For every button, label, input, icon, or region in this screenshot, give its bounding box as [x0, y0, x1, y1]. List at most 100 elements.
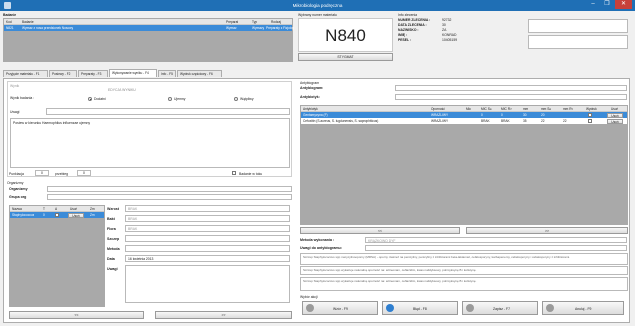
tab-posiewy[interactable]: Posiewy - F2	[49, 70, 77, 77]
info-key-pesel: PESEL :	[398, 38, 412, 42]
probka-label: Wybrany numer materiału	[298, 13, 337, 17]
stygmat-button[interactable]: STYGMAT	[298, 53, 393, 61]
radio-watpliwy[interactable]	[234, 97, 238, 101]
radio-watpliwy-label: Wątpliwy	[240, 97, 254, 101]
antybiogram-prev-button[interactable]: <<	[300, 227, 460, 234]
close-button[interactable]: ✕	[615, 0, 632, 9]
usun-antybiotyk-button[interactable]: Usuń	[607, 118, 623, 124]
note-field-3[interactable]: Szczep Staphylococcus spp wykazuje natur…	[300, 277, 628, 291]
wydruk-checkbox[interactable]	[588, 119, 592, 123]
uwagi-antybiogram-select[interactable]	[365, 245, 627, 251]
info-key-numer: NUMER ZLECENIA :	[398, 18, 431, 22]
przebieg-stepper[interactable]: 0	[77, 170, 91, 176]
bakt-select[interactable]: BRAK	[125, 215, 290, 222]
tab-wykonywanie-wyniku[interactable]: Wykonywanie wyniku - F4	[109, 69, 157, 77]
note-field-2[interactable]: Szczep Staphylococcus spp wykazuje natur…	[300, 266, 628, 275]
przebieg-label: przebieg	[55, 172, 69, 176]
info-val-pesel: 10405159	[442, 38, 458, 42]
antybiotyk-select[interactable]	[395, 94, 627, 100]
data-picker[interactable]: 16 kwietnia 2013	[125, 255, 290, 262]
radio-dodatni-label: Dodatni	[94, 97, 106, 101]
organizmy-input[interactable]	[47, 186, 292, 192]
akcje-section: Wybór akcji Wzór - F9 Błąd - F8 Zapisz -…	[300, 295, 628, 319]
tab-info[interactable]: Info - F5	[158, 70, 176, 77]
note-field-1[interactable]: Szczep Staphylococcus spp metycylinoopor…	[300, 253, 628, 265]
maximize-button[interactable]: ❐	[601, 0, 613, 9]
badania-empty-area	[4, 31, 292, 61]
organizmy-prev-button[interactable]: <<	[9, 311, 144, 319]
info-section: Info zlecenia NUMER ZLECENIA : 92732 DAT…	[398, 13, 630, 63]
antybiogram-grid[interactable]: Antybiotyk Oporność Mic MIC S≤ MIC R> mm…	[300, 105, 628, 225]
antybiogram-select[interactable]	[395, 85, 627, 91]
akcje-label: Wybór akcji	[300, 295, 318, 299]
badania-grid[interactable]: Kod Badanie Preparat Typ Rodzaj N821 Wym…	[3, 18, 294, 62]
blad-button[interactable]: Błąd - F8	[382, 301, 458, 315]
badania-label: Badanie	[3, 13, 17, 17]
organizm-uwagi-textarea[interactable]	[125, 265, 290, 303]
antybiotyk-label: Antybiotyk:	[300, 95, 320, 99]
uwagi-antybiogram-label: Uwagi do antybiogramu:	[300, 246, 342, 250]
antybiogram-section: Antybiogram Antybiogram: Antybiotyk: Ant…	[300, 81, 628, 321]
szczep-select[interactable]	[125, 235, 290, 242]
metoda-wykonania-label: Metoda wykonania :	[300, 238, 335, 242]
antybiogram-group-label: Antybiogram	[300, 81, 320, 85]
edycja-label: EDYCJA WYNIKU	[108, 88, 136, 92]
zapisz-icon	[466, 304, 474, 312]
anuluj-icon	[546, 304, 554, 312]
wynik-group: Wynik EDYCJA WYNIKU Wynik badania : Doda…	[7, 81, 292, 177]
radio-dodatni[interactable]	[88, 97, 92, 101]
antybiogram-empty-area	[301, 124, 627, 224]
grupa-org-input[interactable]	[47, 194, 292, 200]
usun-organizm-button[interactable]: Usuń	[68, 212, 84, 218]
info-key-imie: IMIĘ :	[398, 33, 408, 37]
tab-preparaty[interactable]: Preparaty - F3	[78, 70, 108, 77]
wynik-group-label: Wynik	[10, 84, 20, 88]
antybiogram-label: Antybiogram:	[300, 86, 324, 90]
antybiogram-next-button[interactable]: >>	[466, 227, 628, 234]
organizmy-empty-area	[10, 218, 104, 306]
info-label: Info zlecenia	[398, 13, 418, 17]
organizmy-section: Organizmy Organizmy Grupa org Nazwa T A …	[7, 181, 292, 321]
metoda-wykonania-select[interactable]: KRĄŻKOWO DYF	[365, 237, 627, 243]
organizmy-label: Organizmy	[9, 187, 28, 191]
metoda-select[interactable]	[125, 245, 290, 252]
blad-icon	[386, 304, 394, 312]
wydruk-checkbox[interactable]	[588, 113, 592, 117]
probka-number: N840	[298, 18, 393, 52]
organizmy-grid[interactable]: Nazwa T A Usuń Zm Staphylococcus 0 Usuń …	[9, 205, 105, 307]
wzor-button[interactable]: Wzór - F9	[302, 301, 378, 315]
probka-section: Wybrany numer materiału N840 STYGMAT	[298, 13, 393, 63]
radio-ujemny[interactable]	[168, 97, 172, 101]
radio-ujemny-label: Ujemny	[174, 97, 186, 101]
grupa-org-label: Grupa org	[9, 195, 27, 199]
w-toku-label: Badanie w toku	[239, 171, 263, 176]
uwagi-input[interactable]	[46, 108, 290, 115]
window-title: Mikrobiologia podręczna	[292, 3, 343, 8]
info-val-imie: KONRAD	[442, 33, 457, 37]
info-extra-field-1[interactable]	[528, 19, 628, 33]
uwagi-label: Uwagi	[10, 110, 20, 114]
info-extra-field-2[interactable]	[528, 35, 628, 49]
punktacja-label: Punktacja	[9, 172, 24, 176]
tab-wydruk[interactable]: Wydruk częściowy - F6	[177, 70, 222, 77]
usun-antybiotyk-button[interactable]: Usuń	[607, 112, 623, 118]
tab-bar: Przyjęcie materiału - F1 Posiewy - F2 Pr…	[3, 69, 630, 78]
badania-section: Badanie Kod Badanie Preparat Typ Rodzaj …	[3, 13, 294, 63]
organizm-a-checkbox[interactable]	[55, 213, 59, 217]
organizmy-group-label: Organizmy	[7, 181, 24, 185]
tab-przyjecie[interactable]: Przyjęcie materiału - F1	[3, 70, 48, 77]
info-val-data: 30	[442, 23, 446, 27]
zapisz-button[interactable]: Zapisz - F7	[462, 301, 538, 315]
organizmy-next-button[interactable]: >>	[155, 311, 292, 319]
punktacja-stepper[interactable]: 0	[35, 170, 49, 176]
wzor-icon	[306, 304, 314, 312]
info-val-nazwisko: ZA	[442, 28, 447, 32]
flora-select[interactable]: BRAK	[125, 225, 290, 232]
punktacja-row: Punktacja 0 przebieg 0 Badanie w toku	[7, 170, 292, 178]
w-toku-checkbox[interactable]	[232, 171, 236, 175]
opis-textarea[interactable]: Posiew w kierunku Haemophilus influenzae…	[10, 118, 290, 168]
wzrost-select[interactable]: BRAK	[125, 205, 290, 212]
minimize-button[interactable]: –	[587, 0, 599, 9]
anuluj-button[interactable]: Anuluj - F9	[542, 301, 624, 315]
title-bar: Mikrobiologia podręczna – ❐ ✕	[0, 0, 635, 11]
